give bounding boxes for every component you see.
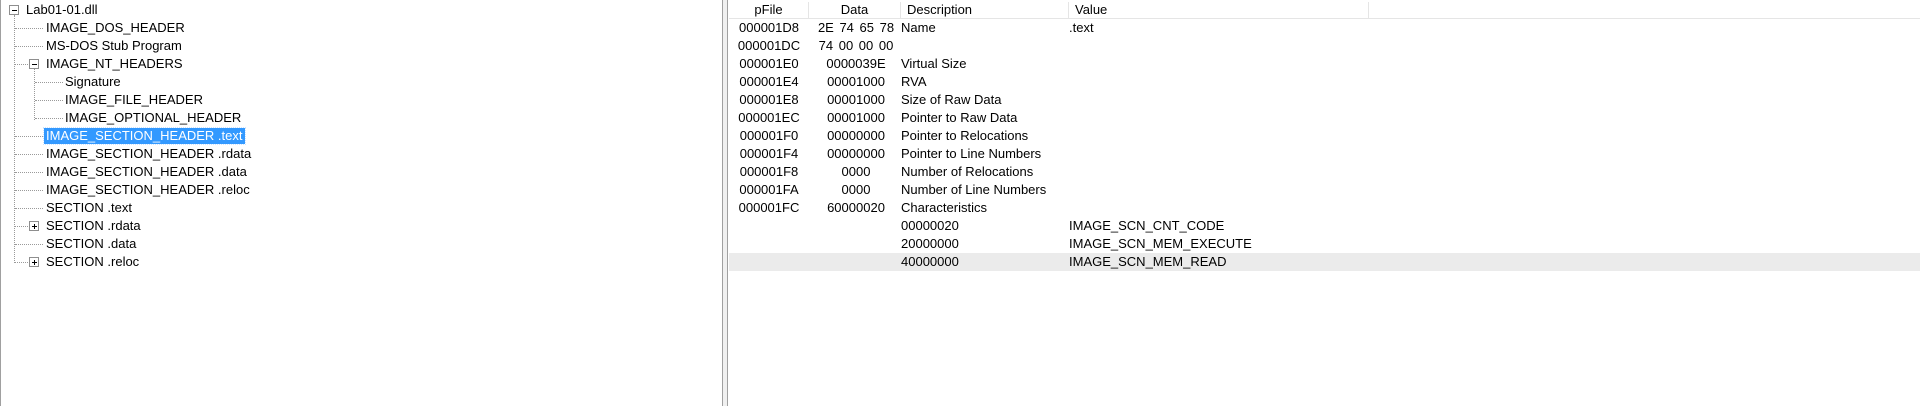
tree-item-section-rdata[interactable]: SECTION .rdata <box>44 218 143 234</box>
table-row[interactable]: 000001F4 00000000 Pointer to Line Number… <box>729 145 1920 163</box>
tree-item-section-reloc[interactable]: SECTION .reloc <box>44 254 141 270</box>
tree-pane[interactable]: Lab01-01.dll IMAGE_DOS_HEADER MS-DOS Stu… <box>0 0 722 406</box>
table-row[interactable]: 000001FC 60000020 Characteristics <box>729 199 1920 217</box>
table-row[interactable]: 40000000 IMAGE_SCN_MEM_READ <box>729 253 1920 271</box>
tree-item-section-data[interactable]: SECTION .data <box>44 236 138 252</box>
tree-item-section-header-reloc[interactable]: IMAGE_SECTION_HEADER .reloc <box>44 182 252 198</box>
table-row[interactable]: 20000000 IMAGE_SCN_MEM_EXECUTE <box>729 235 1920 253</box>
table-row[interactable]: 000001EC 00001000 Pointer to Raw Data <box>729 109 1920 127</box>
tree-item-section-header-text[interactable]: IMAGE_SECTION_HEADER .text <box>43 127 246 145</box>
tree-item-dos-header[interactable]: IMAGE_DOS_HEADER <box>44 20 187 36</box>
pane-splitter[interactable] <box>722 0 728 406</box>
expand-icon[interactable] <box>29 221 39 231</box>
tree-item-section-text[interactable]: SECTION .text <box>44 200 134 216</box>
collapse-icon[interactable] <box>29 59 39 69</box>
table-row[interactable]: 000001DC 74 00 00 00 <box>729 37 1920 55</box>
table-row[interactable]: 000001E0 0000039E Virtual Size <box>729 55 1920 73</box>
expand-icon[interactable] <box>29 257 39 267</box>
table-row[interactable]: 000001F8 0000 Number of Relocations <box>729 163 1920 181</box>
tree-item-dos-stub[interactable]: MS-DOS Stub Program <box>44 38 184 54</box>
tree-root[interactable]: Lab01-01.dll <box>24 2 100 18</box>
tree-item-nt-headers[interactable]: IMAGE_NT_HEADERS <box>44 56 185 72</box>
detail-pane[interactable]: pFile Data Description Value 000001D8 2E… <box>729 0 1920 406</box>
tree-item-section-header-rdata[interactable]: IMAGE_SECTION_HEADER .rdata <box>44 146 253 162</box>
table-row[interactable]: 000001E8 00001000 Size of Raw Data <box>729 91 1920 109</box>
table-row[interactable]: 00000020 IMAGE_SCN_CNT_CODE <box>729 217 1920 235</box>
column-header-data[interactable]: Data <box>809 2 901 18</box>
table-row[interactable]: 000001FA 0000 Number of Line Numbers <box>729 181 1920 199</box>
table-row[interactable]: 000001D8 2E 74 65 78 Name .text <box>729 19 1920 37</box>
table-row[interactable]: 000001E4 00001000 RVA <box>729 73 1920 91</box>
tree-root-label: Lab01-01.dll <box>26 2 98 17</box>
column-header-pfile[interactable]: pFile <box>729 2 809 18</box>
table-row[interactable]: 000001F0 00000000 Pointer to Relocations <box>729 127 1920 145</box>
column-header-value[interactable]: Value <box>1069 2 1369 18</box>
tree-item-optional-header[interactable]: IMAGE_OPTIONAL_HEADER <box>63 110 243 126</box>
grid-header: pFile Data Description Value <box>729 2 1920 19</box>
tree-item-signature[interactable]: Signature <box>63 74 123 90</box>
column-header-description[interactable]: Description <box>901 2 1069 18</box>
collapse-icon[interactable] <box>9 5 19 15</box>
tree-item-file-header[interactable]: IMAGE_FILE_HEADER <box>63 92 205 108</box>
tree-item-section-header-data[interactable]: IMAGE_SECTION_HEADER .data <box>44 164 249 180</box>
